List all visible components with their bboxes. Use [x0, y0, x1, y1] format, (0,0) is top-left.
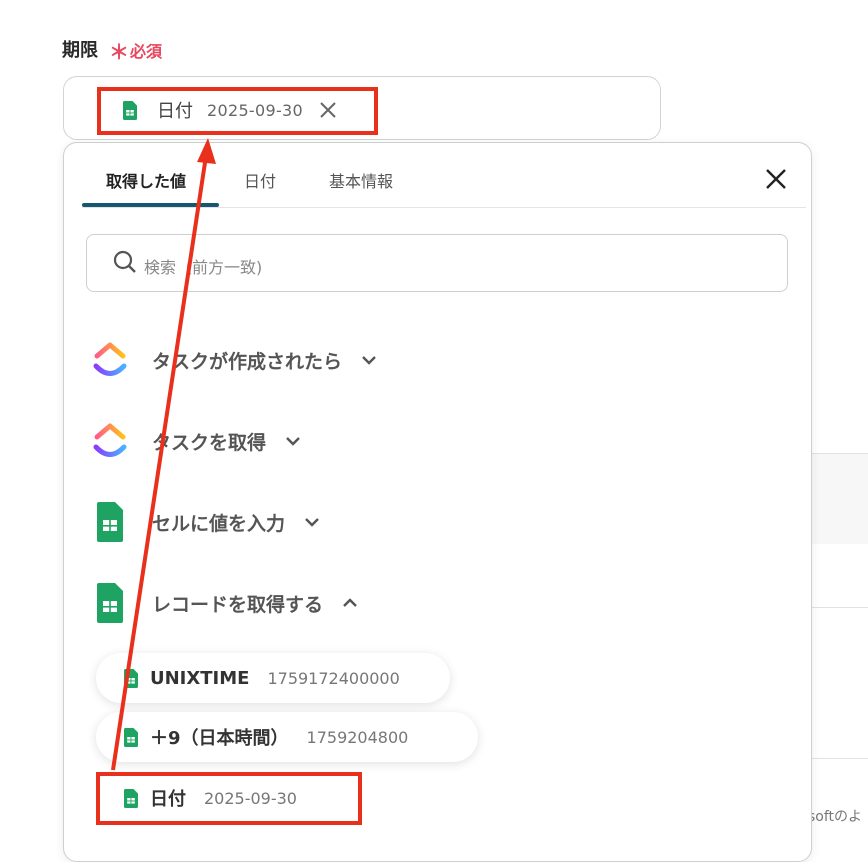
chevron-down-icon: [362, 356, 376, 365]
group-label: レコードを取得する: [152, 593, 324, 616]
tab-basic-info[interactable]: 基本情報: [329, 168, 393, 192]
field-label: 期限: [62, 40, 98, 61]
value-label: UNIXTIME: [150, 667, 250, 689]
value-item-jst[interactable]: ＋9（日本時間） 1759204800: [96, 712, 478, 762]
google-sheets-icon: [97, 502, 123, 542]
value-item-unixtime[interactable]: UNIXTIME 1759172400000: [96, 653, 450, 703]
chevron-down-icon: [286, 437, 300, 446]
clickup-icon: [93, 423, 127, 457]
chevron-down-icon: [305, 518, 319, 527]
chevron-up-icon: [343, 598, 357, 607]
google-sheets-icon: [124, 727, 138, 747]
clickup-icon: [93, 342, 127, 376]
highlight-box: [97, 87, 378, 135]
required-mark: ＊: [109, 40, 129, 64]
tab-date[interactable]: 日付: [244, 168, 276, 192]
google-sheets-icon: [124, 668, 138, 688]
value-text: 1759204800: [306, 727, 409, 747]
background-panel: [812, 453, 868, 544]
value-label: ＋9（日本時間）: [150, 728, 289, 749]
group-input-cell[interactable]: セルに値を入力: [92, 501, 321, 543]
search-icon: [113, 250, 136, 273]
background-divider: [812, 758, 868, 759]
group-label: セルに値を入力: [152, 512, 286, 535]
required-text: 必須: [130, 42, 163, 61]
tab-retrieved-values[interactable]: 取得した値: [106, 168, 186, 192]
close-icon[interactable]: [763, 166, 789, 192]
background-divider: [812, 607, 868, 608]
background-text: softのよ: [808, 809, 863, 825]
search-placeholder: 検索（前方一致): [144, 258, 263, 277]
group-get-record[interactable]: レコードを取得する: [92, 582, 359, 624]
group-task-created[interactable]: タスクが作成されたら: [92, 339, 378, 381]
group-get-task[interactable]: タスクを取得: [92, 420, 302, 462]
google-sheets-icon: [97, 583, 123, 623]
group-label: タスクを取得: [152, 431, 267, 454]
value-text: 1759172400000: [267, 668, 400, 688]
highlight-box: [96, 772, 362, 825]
tab-divider: [82, 207, 806, 208]
group-label: タスクが作成されたら: [152, 350, 343, 373]
